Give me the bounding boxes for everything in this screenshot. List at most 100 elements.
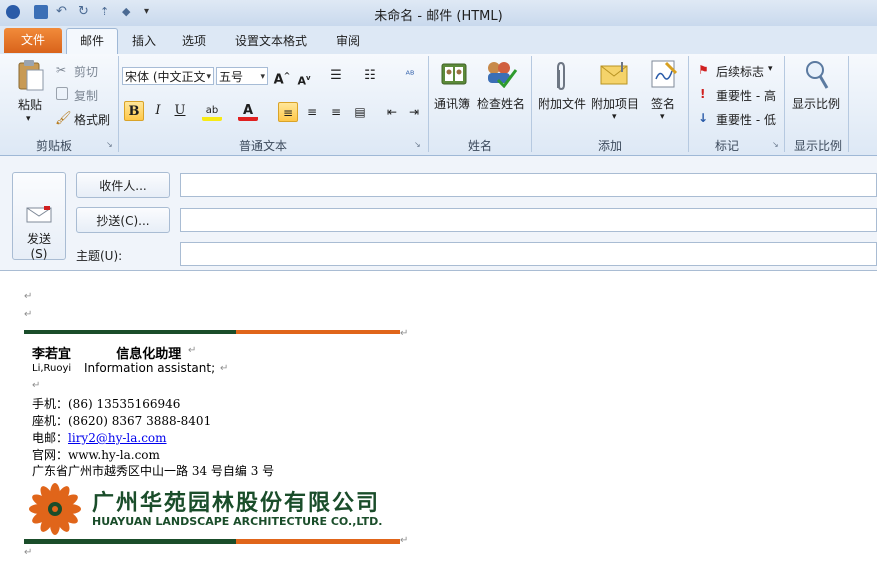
signature-email-link[interactable]: liry2@hy-la.com <box>68 431 167 445</box>
chevron-down-icon[interactable]: ▾ <box>612 112 617 122</box>
align-center-button[interactable]: ≡ <box>302 102 322 122</box>
separator <box>118 56 119 152</box>
follow-up-button[interactable]: 后续标志 <box>716 63 764 80</box>
attach-item-button[interactable]: 附加项目 <box>591 95 639 112</box>
chevron-down-icon: ▾ <box>260 72 265 82</box>
company-name-en: HUAYUAN LANDSCAPE ARCHITECTURE CO.,LTD. <box>92 515 383 528</box>
company-logo-flower-icon <box>29 483 81 535</box>
signature-button[interactable]: 签名 <box>651 95 675 112</box>
chevron-down-icon[interactable]: ▾ <box>768 64 773 74</box>
copy-button[interactable]: 复制 <box>74 87 98 104</box>
flag-icon: ⚑ <box>698 63 709 77</box>
paragraph-mark: ↵ <box>400 328 409 339</box>
tab-file[interactable]: 文件 <box>4 28 62 53</box>
clear-formatting-icon[interactable]: ᴬᴮ <box>400 66 420 86</box>
bullets-icon[interactable]: ☰ <box>326 66 346 86</box>
attach-item-icon[interactable] <box>600 62 630 86</box>
magnifier-icon[interactable] <box>804 59 830 91</box>
numbering-icon[interactable]: ☷ <box>360 66 380 86</box>
increase-indent-icon[interactable]: ⇥ <box>404 102 424 122</box>
paragraph-mark: ↵ <box>24 547 33 558</box>
paragraph-mark: ↵ <box>32 380 41 391</box>
paste-dropdown-icon[interactable]: ▾ <box>26 114 31 124</box>
highlight-icon[interactable]: ab <box>202 101 222 121</box>
send-label: 发送 <box>26 232 51 246</box>
justify-button[interactable]: ▤ <box>350 102 370 122</box>
signature-top-bar-orange <box>236 330 400 334</box>
signature-bottom-bar-green <box>24 539 236 544</box>
font-select-value: 宋体 (中文正文 <box>125 70 206 84</box>
cc-button[interactable]: 抄送(C)... <box>76 207 170 233</box>
separator <box>531 56 532 152</box>
font-size-value: 五号 <box>219 70 244 84</box>
attach-file-button[interactable]: 附加文件 <box>538 95 586 112</box>
message-body[interactable]: ↵ ↵ ↵ 李若宜 信息化助理 ↵ Li,Ruoyi Information a… <box>0 271 877 582</box>
check-names-button[interactable]: 检查姓名 <box>477 95 525 112</box>
paragraph-mark: ↵ <box>220 363 229 374</box>
send-button[interactable]: 发送 (S) <box>12 172 66 261</box>
signature-icon[interactable] <box>650 59 678 89</box>
bold-button[interactable]: B <box>124 101 144 121</box>
tab-review[interactable]: 审阅 <box>326 30 370 52</box>
format-painter-icon: 🖌 <box>55 111 72 126</box>
align-left-button[interactable]: ≡ <box>278 102 298 122</box>
to-button[interactable]: 收件人... <box>76 172 170 198</box>
paste-icon[interactable] <box>16 60 46 94</box>
signature-website: 官网：www.hy-la.com <box>32 448 160 462</box>
align-right-button[interactable]: ≡ <box>326 102 346 122</box>
signature-name-title: 李若宜 信息化助理 <box>32 347 182 362</box>
ribbon-tabs: 文件 邮件 插入 选项 设置文本格式 审阅 <box>0 26 877 55</box>
signature-phone: 座机：(8620) 8367 3888-8401 <box>32 414 212 428</box>
check-names-icon[interactable] <box>484 58 518 88</box>
font-color-icon[interactable]: A <box>238 101 258 121</box>
clipboard-launcher-icon[interactable]: ↘ <box>106 140 113 149</box>
signature-bottom-bar-orange <box>236 539 400 544</box>
low-importance-icon: ↓ <box>698 111 709 125</box>
paste-button[interactable]: 粘贴 <box>18 96 42 113</box>
high-importance-button[interactable]: 重要性 - 高 <box>716 87 776 104</box>
signature-address: 广东省广州市越秀区中山一路 34 号自编 3 号 <box>32 464 275 478</box>
address-book-button[interactable]: 通讯簿 <box>434 95 470 112</box>
basic-text-group-label: 普通文本 <box>238 139 287 153</box>
separator <box>688 56 689 152</box>
chevron-down-icon: ▾ <box>206 72 211 82</box>
zoom-button[interactable]: 显示比例 <box>792 95 840 112</box>
subject-field[interactable] <box>180 242 877 266</box>
clipboard-group-label: 剪贴板 <box>35 139 72 153</box>
tab-options[interactable]: 选项 <box>172 30 216 52</box>
ribbon: 粘贴 ▾ ✂ 剪切 复制 🖌 格式刷 剪贴板 ↘ 宋体 (中文正文 ▾ 五号 ▾… <box>0 54 877 156</box>
font-dialog-launcher-icon[interactable]: ↘ <box>414 140 421 149</box>
low-importance-button[interactable]: 重要性 - 低 <box>716 111 776 128</box>
paperclip-icon[interactable] <box>553 60 569 92</box>
message-header: 发送 (S) 收件人... 抄送(C)... 主题(U): <box>0 156 877 271</box>
names-group-label: 姓名 <box>467 139 492 153</box>
tags-launcher-icon[interactable]: ↘ <box>772 140 779 149</box>
shrink-font-icon[interactable]: Av <box>294 68 314 88</box>
font-size-select[interactable]: 五号 ▾ <box>216 67 268 85</box>
italic-button[interactable]: I <box>148 101 168 121</box>
signature-title-en: Information assistant; <box>84 361 216 375</box>
grow-font-icon[interactable]: A^ <box>272 66 292 87</box>
font-select[interactable]: 宋体 (中文正文 ▾ <box>122 67 214 85</box>
cc-field[interactable] <box>180 208 877 232</box>
address-book-icon[interactable] <box>440 60 468 88</box>
separator <box>428 56 429 152</box>
format-painter-button[interactable]: 格式刷 <box>74 111 110 128</box>
tab-insert[interactable]: 插入 <box>122 30 166 52</box>
to-field[interactable] <box>180 173 877 197</box>
send-shortcut: (S) <box>30 247 48 261</box>
paragraph-mark: ↵ <box>24 309 33 320</box>
company-name-cn: 广州华苑园林股份有限公司 <box>92 491 381 516</box>
cut-button[interactable]: 剪切 <box>74 63 98 80</box>
tab-format-text[interactable]: 设置文本格式 <box>226 30 316 52</box>
include-group-label: 添加 <box>597 139 622 153</box>
signature-name-en: Li,Ruoyi <box>32 363 72 374</box>
tab-mail[interactable]: 邮件 <box>66 28 118 55</box>
chevron-down-icon[interactable]: ▾ <box>660 112 665 122</box>
paragraph-mark: ↵ <box>400 535 409 546</box>
decrease-indent-icon[interactable]: ⇤ <box>382 102 402 122</box>
underline-button[interactable]: U <box>170 101 190 121</box>
paragraph-mark: ↵ <box>188 345 197 356</box>
cut-icon: ✂ <box>56 63 67 77</box>
tags-group-label: 标记 <box>714 139 739 153</box>
